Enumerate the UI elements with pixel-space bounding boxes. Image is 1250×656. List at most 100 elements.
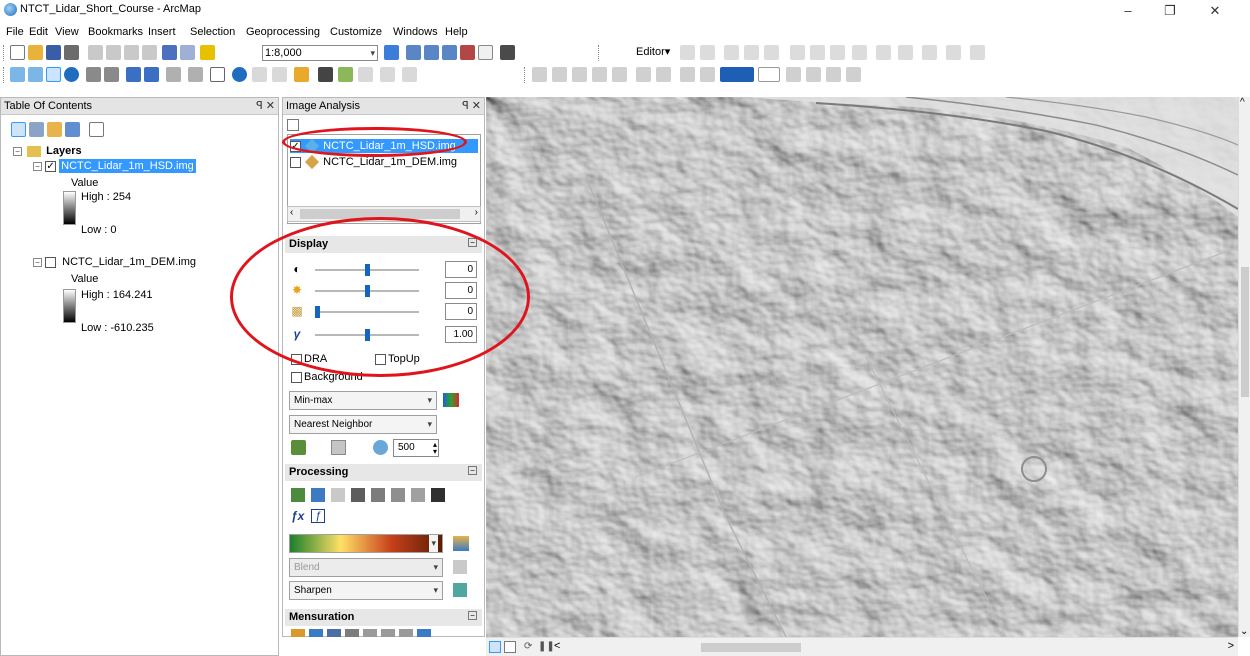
toc-options-icon[interactable] [89,122,104,137]
scroll-right-icon[interactable]: › [475,207,478,218]
measure-tool-icon[interactable] [417,629,431,637]
measure-tool-icon[interactable] [309,629,323,637]
scroll-right-icon[interactable]: > [1228,640,1234,652]
forward-extent-icon[interactable] [144,67,159,82]
copy-icon[interactable] [106,45,121,60]
background-checkbox[interactable] [291,371,302,383]
menu-geoprocessing[interactable]: Geoprocessing [246,26,320,38]
model-builder-icon[interactable] [500,45,515,60]
straight-segment-icon[interactable] [724,45,739,60]
menu-edit[interactable]: Edit [29,26,48,38]
hillshade-icon[interactable] [351,488,365,502]
georef-tool-icon[interactable] [680,67,695,82]
find-route-icon[interactable] [338,67,353,82]
save-icon[interactable] [46,45,61,60]
collapse-icon[interactable]: − [468,611,477,620]
redo-icon[interactable] [180,45,195,60]
georef-tool-icon[interactable] [612,67,627,82]
sharpen-apply-icon[interactable] [453,583,467,597]
chevron-down-icon[interactable]: ▾ [427,416,432,433]
scroll-up-icon[interactable]: ^ [1240,97,1245,108]
open-time-slider-icon[interactable] [380,67,395,82]
pause-drawing-icon[interactable]: ❚❚ [538,641,555,652]
create-features-icon[interactable] [876,45,891,60]
georef-tool-icon[interactable] [532,67,547,82]
timer-icon[interactable] [373,440,388,455]
collapse-icon[interactable]: − [33,257,42,267]
swipe-layer-icon[interactable] [291,440,306,455]
shaded-relief-icon[interactable] [391,488,405,502]
hyperlink-icon[interactable] [252,67,267,82]
georef-tool-icon[interactable] [552,67,567,82]
editor-toolbar-icon[interactable] [384,45,399,60]
georef-tool-icon[interactable] [636,67,651,82]
stepper-arrows-icon[interactable]: ▴ ▾ [433,441,437,456]
color-swatch-icon[interactable] [720,67,754,82]
function-icon[interactable]: ƒx [291,509,305,523]
layer-visibility-checkbox[interactable] [45,256,57,268]
layers-root[interactable]: − Layers [13,145,82,157]
cut-icon[interactable] [88,45,103,60]
edit-vertices-icon[interactable] [898,45,913,60]
measure-tool-icon[interactable] [291,629,305,637]
zoom-in-icon[interactable] [10,67,25,82]
list-by-drawing-order-icon[interactable] [11,122,26,137]
layout-tool-icon[interactable] [806,67,821,82]
measure-tool-icon[interactable] [363,629,377,637]
print-icon[interactable] [64,45,79,60]
toolbar-grip[interactable] [3,45,6,61]
contrast-slider-knob[interactable] [365,264,370,276]
endpoint-arc-icon[interactable] [744,45,759,60]
identify-icon[interactable] [232,67,247,82]
html-popup-icon[interactable] [272,67,287,82]
list-by-visibility-icon[interactable] [47,122,62,137]
image-analysis-pin-close[interactable]: ꟼ ✕ [462,99,481,112]
back-extent-icon[interactable] [126,67,141,82]
georef-tool-icon[interactable] [572,67,587,82]
menu-bookmarks[interactable]: Bookmarks [88,26,143,38]
delete-icon[interactable] [142,45,157,60]
flicker-icon[interactable] [331,440,346,455]
edit-annotation-icon[interactable] [700,45,715,60]
scrollbar-thumb[interactable] [1241,267,1249,397]
full-extent-icon[interactable] [64,67,79,82]
image-layer-row[interactable]: ✓ NCTC_Lidar_1m_HSD.img [290,139,478,154]
menu-customize[interactable]: Customize [330,26,382,38]
select-features-icon[interactable] [166,67,181,82]
contrast-value-input[interactable]: 0 [445,261,477,278]
pan-icon[interactable] [46,67,61,82]
nvdi-icon[interactable] [331,488,345,502]
image-layer-checkbox[interactable]: ✓ [290,140,301,152]
image-layer-checkbox[interactable] [290,156,301,168]
open-folder-icon[interactable] [28,45,43,60]
collapse-icon[interactable]: − [33,161,42,171]
scroll-down-icon[interactable]: ⌄ [1240,626,1248,637]
collapse-icon[interactable]: − [468,238,477,247]
reshape-icon[interactable] [922,45,937,60]
layer-name[interactable]: NCTC_Lidar_1m_HSD.img [59,159,196,173]
map-scale-combobox[interactable]: 1:8,000 ▾ [262,45,378,61]
menu-help[interactable]: Help [445,26,468,38]
raster-function-icon[interactable]: ƒ [311,509,325,523]
difference-icon[interactable] [411,488,425,502]
mensuration-section-header[interactable]: Mensuration − [285,609,482,626]
dra-option[interactable]: DRA [291,353,327,365]
add-data-icon[interactable] [200,45,215,60]
split-tool-icon[interactable] [790,45,805,60]
layout-tool-icon[interactable] [826,67,841,82]
menu-view[interactable]: View [55,26,79,38]
histogram-icon[interactable] [443,393,459,407]
editor-options-icon[interactable] [970,45,985,60]
scroll-left-icon[interactable]: ‹ [290,207,293,218]
transparency-value-input[interactable]: 0 [445,303,477,320]
flicker-rate-stepper[interactable]: 500 ▴ ▾ [393,439,439,457]
resampling-dropdown[interactable]: Nearest Neighbor ▾ [289,415,437,434]
search-window-icon[interactable] [442,45,457,60]
new-document-icon[interactable] [10,45,25,60]
edit-tool-icon[interactable] [680,45,695,60]
menu-file[interactable]: File [6,26,24,38]
scroll-left-icon[interactable]: < [554,640,560,652]
layer-dropdown-icon[interactable] [758,67,780,82]
chevron-down-icon[interactable]: ▾ [433,582,438,599]
layout-tool-icon[interactable] [786,67,801,82]
